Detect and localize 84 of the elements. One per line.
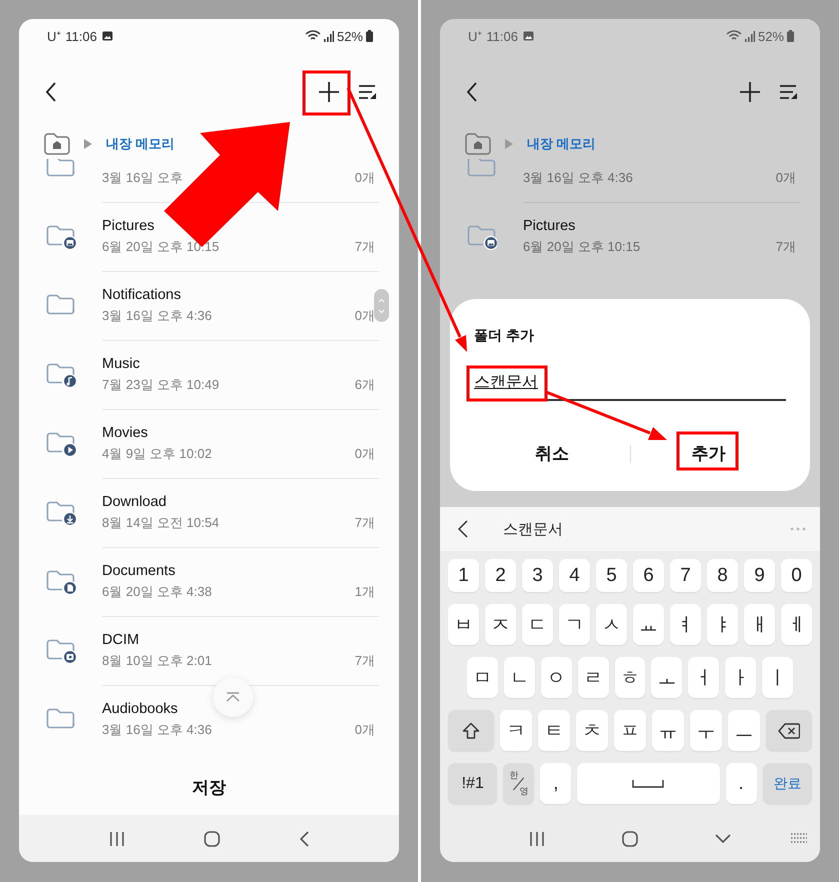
- modified-date: 4월 9일 오후 10:02: [102, 445, 212, 463]
- symbols-key[interactable]: !#1: [448, 763, 498, 804]
- keyboard-key[interactable]: ㅈ: [485, 604, 516, 645]
- keyboard-key[interactable]: ㅏ: [725, 657, 756, 698]
- modified-date: 3월 16일 오후 4:36: [102, 307, 212, 325]
- keyboard-key[interactable]: ㅡ: [728, 710, 760, 751]
- keyboard-key[interactable]: ㅅ: [596, 604, 627, 645]
- keyboard-key[interactable]: 7: [670, 559, 701, 592]
- carrier-label: U⁺: [47, 28, 60, 45]
- modified-date: 8월 10일 오후 2:01: [102, 652, 212, 670]
- keyboard-key[interactable]: ㅂ: [448, 604, 479, 645]
- keyboard-key[interactable]: ㅓ: [688, 657, 720, 698]
- clock-time: 11:06: [65, 28, 97, 44]
- done-key[interactable]: 완료: [762, 763, 812, 804]
- item-count: 7개: [354, 514, 375, 532]
- modified-date: 3월 16일 오후 4:36: [523, 168, 633, 186]
- modified-date: 6월 20일 오후 4:38: [102, 583, 212, 601]
- keyboard-key[interactable]: 8: [707, 559, 738, 592]
- keyboard-key[interactable]: .: [726, 763, 757, 804]
- keyboard-key[interactable]: 0: [781, 559, 812, 592]
- keyboard-key[interactable]: ㄹ: [578, 657, 609, 698]
- item-count: 7개: [354, 652, 375, 670]
- modified-date: 3월 16일 오후 4:36: [102, 721, 212, 739]
- keyboard-key[interactable]: ㅋ: [500, 710, 532, 751]
- keyboard-key[interactable]: 1: [448, 559, 479, 592]
- keyboard-key[interactable]: ㅎ: [614, 657, 646, 698]
- folder-name[interactable]: Pictures: [102, 218, 154, 235]
- breadcrumb-path[interactable]: 내장 메모리: [106, 135, 175, 153]
- modified-date: 3월 16일 오후: [102, 168, 183, 186]
- folder-name[interactable]: DCIM: [102, 632, 140, 649]
- keyboard-key[interactable]: ㄱ: [559, 604, 590, 645]
- item-count: 0개: [354, 721, 375, 739]
- keyboard-key[interactable]: ㅑ: [707, 604, 738, 645]
- item-count: 0개: [776, 168, 796, 186]
- keyboard-key[interactable]: ㅠ: [652, 710, 684, 751]
- modified-date: 7월 23일 오후 10:49: [102, 376, 220, 394]
- keyboard-key[interactable]: ㅐ: [744, 604, 775, 645]
- language-key[interactable]: 한 영: [503, 763, 534, 804]
- item-count: 0개: [354, 307, 375, 325]
- modified-date: 6월 20일 오후 10:15: [523, 238, 640, 256]
- keyboard-key[interactable]: 6: [633, 559, 664, 592]
- keyboard-key[interactable]: ㅕ: [670, 604, 701, 645]
- folder-name-field[interactable]: 스캔문서: [474, 372, 786, 401]
- keyboard-key[interactable]: ㄴ: [504, 657, 535, 698]
- dialog-title: 폴더 추가: [474, 327, 535, 345]
- save-button[interactable]: 저장: [184, 772, 234, 803]
- dialog-button[interactable]: 추가: [679, 434, 738, 473]
- keyboard-key[interactable]: ㅗ: [651, 657, 682, 698]
- battery-percent: 52%: [758, 28, 784, 44]
- keyboard-key[interactable]: 4: [559, 559, 590, 592]
- keyboard-key[interactable]: ㄷ: [522, 604, 553, 645]
- folder-name[interactable]: Movies: [102, 425, 148, 442]
- keyboard-key[interactable]: ㅇ: [540, 657, 572, 698]
- suggestion-word[interactable]: 스캔문서: [503, 520, 563, 538]
- folder-name[interactable]: Notifications: [102, 287, 181, 304]
- item-count: 7개: [776, 238, 796, 256]
- modified-date: 8월 14일 오전 10:54: [102, 514, 220, 532]
- item-count: 1개: [354, 583, 375, 601]
- carrier-label: U⁺: [468, 28, 482, 45]
- keyboard-key[interactable]: 2: [485, 559, 516, 592]
- keyboard-key[interactable]: ㅍ: [614, 710, 646, 751]
- keyboard-key[interactable]: ㅜ: [690, 710, 722, 751]
- keyboard-key[interactable]: ㅔ: [781, 604, 812, 645]
- keyboard-key[interactable]: ,: [540, 763, 572, 804]
- item-count: 6개: [354, 376, 375, 394]
- dialog-button[interactable]: 취소: [522, 434, 581, 473]
- folder-name[interactable]: Download: [102, 494, 166, 511]
- folder-name[interactable]: Pictures: [523, 218, 576, 235]
- folder-name[interactable]: Audiobooks: [102, 701, 178, 718]
- keyboard-key[interactable]: 3: [522, 559, 553, 592]
- clock-time: 11:06: [486, 28, 518, 44]
- keyboard-key[interactable]: ㅁ: [467, 657, 498, 698]
- keyboard-key[interactable]: 5: [596, 559, 627, 592]
- keyboard-key[interactable]: ㅊ: [576, 710, 608, 751]
- keyboard-key[interactable]: ㅌ: [538, 710, 570, 751]
- item-count: 0개: [354, 445, 375, 463]
- folder-name[interactable]: Music: [102, 356, 140, 373]
- keyboard-key[interactable]: 9: [744, 559, 775, 592]
- item-count: 0개: [354, 168, 375, 186]
- item-count: 7개: [354, 238, 375, 256]
- keyboard-key[interactable]: ㅣ: [762, 657, 794, 698]
- keyboard-key[interactable]: ㅛ: [633, 604, 664, 645]
- battery-percent: 52%: [336, 28, 363, 44]
- folder-name[interactable]: Documents: [102, 563, 176, 580]
